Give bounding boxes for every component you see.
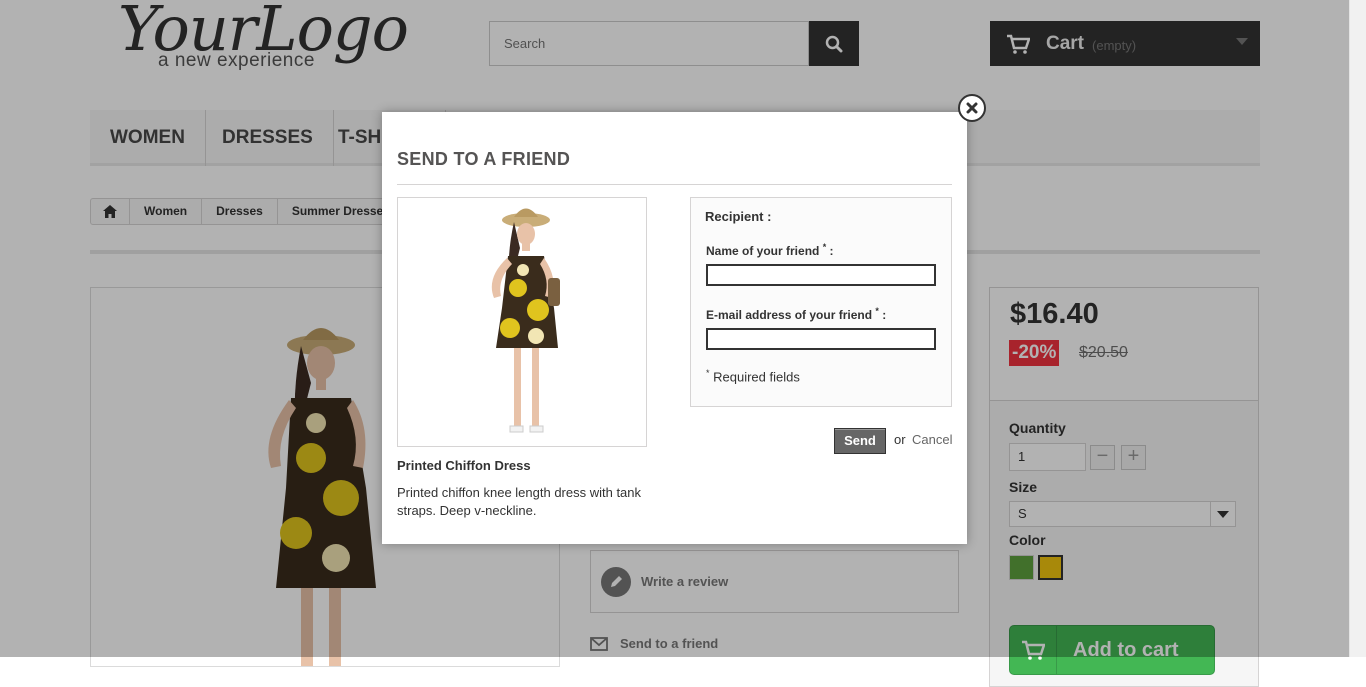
required-fields-note: * Required fields <box>706 368 800 385</box>
modal-product-description: Printed chiffon knee length dress with t… <box>397 485 642 518</box>
scrollbar[interactable] <box>1349 0 1366 657</box>
close-icon <box>966 102 978 114</box>
close-modal-button[interactable] <box>958 94 986 122</box>
modal-product-image <box>397 197 647 447</box>
send-to-friend-modal: SEND TO A FRIEND Printed Chiffon Dress P… <box>382 112 967 544</box>
friend-name-label: Name of your friend * : <box>706 242 834 258</box>
friend-email-field[interactable] <box>706 328 936 350</box>
send-button[interactable]: Send <box>834 428 886 454</box>
friend-name-field[interactable] <box>706 264 936 286</box>
product-photo <box>491 208 560 433</box>
cancel-link[interactable]: Cancel <box>912 432 952 447</box>
divider <box>397 184 952 185</box>
modal-title: SEND TO A FRIEND <box>397 149 571 169</box>
recipient-heading: Recipient : <box>705 209 772 224</box>
or-text: or <box>894 432 906 447</box>
friend-email-label: E-mail address of your friend * : <box>706 306 887 322</box>
modal-product-name: Printed Chiffon Dress <box>397 458 531 473</box>
product-page: YourLogo a new experience Cart (empty) W… <box>0 0 1366 687</box>
